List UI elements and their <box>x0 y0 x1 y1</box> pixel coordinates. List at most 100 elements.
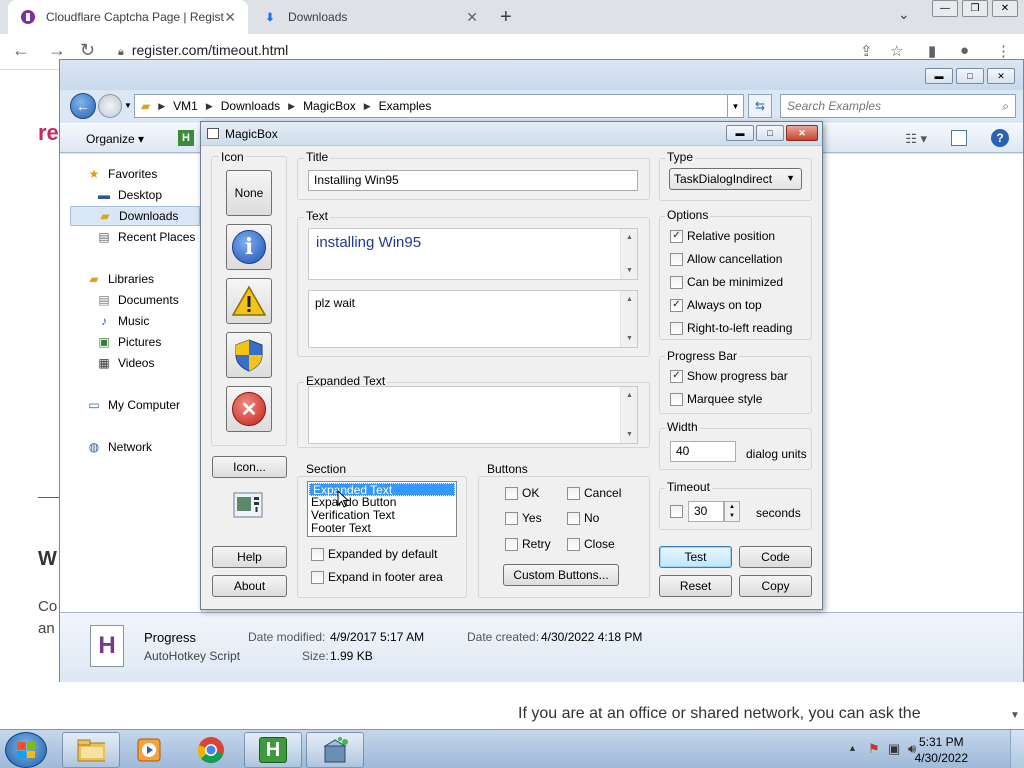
address-dropdown-icon[interactable]: ▼ <box>728 94 744 118</box>
history-dropdown-icon[interactable]: ▼ <box>124 101 132 110</box>
cancel-checkbox[interactable]: Cancel <box>567 486 621 500</box>
taskbar-explorer[interactable] <box>62 732 120 768</box>
minimize-icon[interactable]: ▬ <box>925 68 953 84</box>
allow-cancellation-checkbox[interactable]: Allow cancellation <box>670 252 782 266</box>
show-hidden-icons-icon[interactable]: ▲ <box>848 743 857 753</box>
back-arrow-icon[interactable]: ← <box>12 40 30 61</box>
reset-button[interactable]: Reset <box>659 575 732 597</box>
forward-arrow-icon[interactable]: → <box>48 40 66 61</box>
can-be-minimized-checkbox[interactable]: Can be minimized <box>670 275 783 289</box>
list-item[interactable]: Footer Text <box>308 522 456 535</box>
organize-button[interactable]: Organize ▾ <box>86 132 144 146</box>
relative-position-checkbox[interactable]: ✓ Relative position <box>670 229 775 243</box>
maximize-icon[interactable]: □ <box>756 125 784 141</box>
sidebar-item-libraries[interactable]: ▰ Libraries <box>86 269 154 289</box>
side-panel-icon[interactable]: ▮ <box>928 42 936 60</box>
profile-avatar-icon[interactable]: ● <box>960 42 969 59</box>
close-icon[interactable]: ✕ <box>786 125 818 141</box>
view-options-icon[interactable]: ☷ ▾ <box>905 131 927 147</box>
tab-downloads[interactable]: ⬇ Downloads ✕ <box>250 0 490 34</box>
tab-cloudflare[interactable]: Cloudflare Captcha Page | Regist ✕ <box>8 0 248 34</box>
sidebar-item-desktop[interactable]: ▬ Desktop <box>96 185 162 205</box>
sidebar-item-favorites[interactable]: ★ Favorites <box>86 164 158 184</box>
main-instruction-textarea[interactable]: installing Win95 ▲ ▼ <box>308 228 638 280</box>
close-tab-icon[interactable]: ✕ <box>224 9 236 26</box>
reload-icon[interactable]: ↻ <box>80 40 95 61</box>
icon-browse-button[interactable]: Icon... <box>212 456 287 478</box>
start-button[interactable] <box>5 732 47 768</box>
help-button[interactable]: Help <box>212 546 287 568</box>
close-icon[interactable]: ✕ <box>987 68 1015 84</box>
section-listbox[interactable]: Expanded Text Expando Button Verificatio… <box>307 481 457 537</box>
sidebar-item-videos[interactable]: ▦ Videos <box>96 353 154 373</box>
minimize-icon[interactable]: ▬ <box>726 125 754 141</box>
close-checkbox[interactable]: Close <box>567 537 615 551</box>
icon-info-button[interactable]: i <box>226 224 272 270</box>
title-input[interactable]: Installing Win95 <box>308 170 638 191</box>
autohotkey-icon[interactable]: H <box>178 130 194 146</box>
ok-checkbox[interactable]: OK <box>505 486 539 500</box>
rtl-reading-checkbox[interactable]: Right-to-left reading <box>670 321 792 335</box>
system-clock[interactable]: 5:31 PM 4/30/2022 <box>915 734 968 766</box>
custom-buttons-button[interactable]: Custom Buttons... <box>503 564 619 586</box>
close-icon[interactable]: ✕ <box>992 0 1018 17</box>
timeout-input[interactable]: 30 <box>688 501 724 522</box>
show-progress-bar-checkbox[interactable]: ✓ Show progress bar <box>670 369 788 383</box>
content-textarea[interactable]: plz wait ▲ ▼ <box>308 290 638 348</box>
about-button[interactable]: About <box>212 575 287 597</box>
icon-shield-button[interactable] <box>226 332 272 378</box>
yes-checkbox[interactable]: Yes <box>505 511 542 525</box>
code-button[interactable]: Code <box>739 546 812 568</box>
explorer-title-bar[interactable]: ▬ □ ✕ <box>60 60 1023 90</box>
expand-in-footer-checkbox[interactable]: Expand in footer area <box>311 570 443 584</box>
help-icon[interactable]: ? <box>991 129 1009 147</box>
restore-icon[interactable]: ❐ <box>962 0 988 17</box>
type-select[interactable]: TaskDialogIndirect ▼ <box>669 168 802 190</box>
sidebar-item-network[interactable]: ◍ Network <box>86 437 152 457</box>
close-tab-icon[interactable]: ✕ <box>466 9 478 26</box>
width-input[interactable]: 40 <box>670 441 736 462</box>
expanded-by-default-checkbox[interactable]: Expanded by default <box>311 547 437 561</box>
sidebar-item-downloads[interactable]: ▰ Downloads <box>70 206 200 226</box>
icon-warning-button[interactable] <box>226 278 272 324</box>
share-icon[interactable]: ⇪ <box>860 42 873 60</box>
sidebar-item-my-computer[interactable]: ▭ My Computer <box>86 395 180 415</box>
expanded-textarea[interactable]: ▲ ▼ <box>308 386 638 444</box>
address-bar[interactable]: 🔒︎ register.com/timeout.html <box>118 42 288 59</box>
dialog-title-bar[interactable]: MagicBox ▬ □ ✕ <box>201 122 822 146</box>
sidebar-item-music[interactable]: ♪ Music <box>96 311 149 331</box>
tab-search-chevron-icon[interactable]: ⌄ <box>898 6 910 23</box>
minimize-icon[interactable]: — <box>932 0 958 17</box>
bookmark-star-icon[interactable]: ☆ <box>890 42 903 60</box>
back-arrow-icon[interactable]: ← <box>70 93 96 119</box>
sidebar-item-recent-places[interactable]: ▤ Recent Places <box>96 227 195 247</box>
test-button[interactable]: Test <box>659 546 732 568</box>
sidebar-item-documents[interactable]: ▤ Documents <box>96 290 178 310</box>
timeout-enable-checkbox[interactable] <box>670 505 687 518</box>
sidebar-item-pictures[interactable]: ▣ Pictures <box>96 332 161 352</box>
always-on-top-checkbox[interactable]: ✓ Always on top <box>670 298 762 312</box>
refresh-icon[interactable]: ⇆ <box>748 94 772 118</box>
network-tray-icon[interactable]: ▣ <box>888 741 900 757</box>
icon-none-button[interactable]: None <box>226 170 272 216</box>
menu-kebab-icon[interactable]: ⋮ <box>996 42 1011 60</box>
action-center-icon[interactable]: ⚑ <box>868 741 880 757</box>
timeout-spinner[interactable]: ▲ ▼ <box>724 501 740 522</box>
forward-arrow-icon[interactable] <box>98 94 122 118</box>
show-desktop-button[interactable] <box>1010 730 1024 768</box>
breadcrumb[interactable]: ▰ ▶ VM1 ▶ Downloads ▶ MagicBox ▶ Examples <box>134 94 728 118</box>
taskbar-autohotkey[interactable]: H <box>244 732 302 768</box>
icon-error-button[interactable]: ✕ <box>226 386 272 432</box>
search-input[interactable]: Search Examples ⌕ <box>780 94 1016 118</box>
retry-checkbox[interactable]: Retry <box>505 537 551 551</box>
maximize-icon[interactable]: □ <box>956 68 984 84</box>
taskbar-magicbox[interactable] <box>306 732 364 768</box>
preview-pane-icon[interactable] <box>951 130 967 146</box>
scroll-down-icon[interactable]: ▼ <box>1010 710 1020 721</box>
new-tab-plus-icon[interactable]: + <box>500 6 512 29</box>
copy-button[interactable]: Copy <box>739 575 812 597</box>
marquee-style-checkbox[interactable]: Marquee style <box>670 392 762 406</box>
no-checkbox[interactable]: No <box>567 511 599 525</box>
taskbar-media-player[interactable] <box>120 732 178 768</box>
taskbar-chrome[interactable] <box>182 732 240 768</box>
